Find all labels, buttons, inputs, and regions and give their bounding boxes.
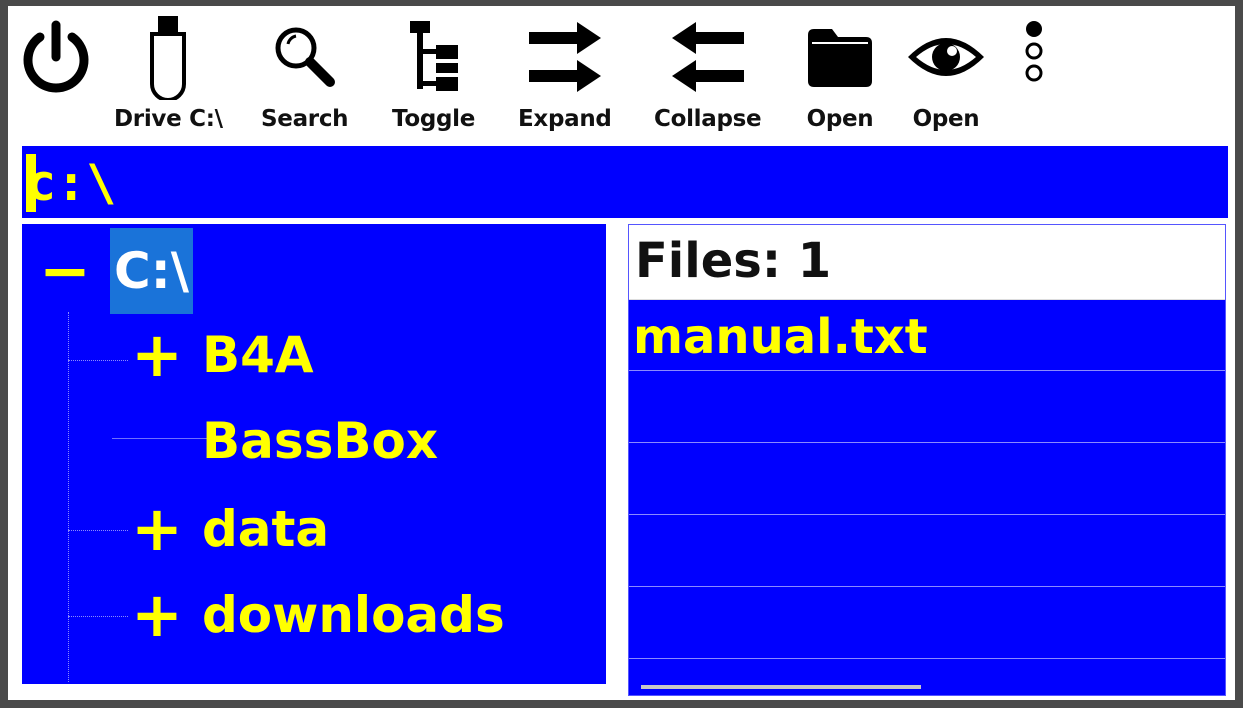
collapse-label: Collapse: [654, 106, 762, 132]
file-list-horizontal-scrollbar[interactable]: [641, 685, 921, 689]
tree-node[interactable]: + downloads: [128, 584, 505, 646]
search-icon: [270, 14, 340, 100]
tree-node[interactable]: + B4A: [128, 324, 314, 386]
expand-toggle-icon[interactable]: +: [128, 324, 186, 386]
tree-node-label: BassBox: [202, 412, 439, 470]
path-input[interactable]: c:\: [22, 146, 1228, 218]
collapse-toggle-icon[interactable]: −: [36, 240, 94, 302]
search-button[interactable]: Search: [261, 14, 349, 142]
empty-row: [629, 443, 1225, 515]
power-button[interactable]: [18, 14, 94, 142]
tree-node-label: C:\: [110, 228, 193, 314]
folder-tree[interactable]: − C:\ + B4A BassBox + data + downloads: [22, 224, 606, 684]
empty-row: [629, 515, 1225, 587]
open-folder-button[interactable]: Open: [806, 14, 874, 142]
tree-node[interactable]: BassBox: [128, 412, 438, 470]
expand-label: Expand: [518, 106, 612, 132]
file-count: Files: 1: [635, 233, 832, 289]
path-value: c:\: [26, 154, 117, 212]
open-view-label: Open: [912, 106, 980, 132]
tree-guide-branch: [68, 616, 128, 617]
folder-icon: [806, 14, 874, 100]
tree-guide-line: [68, 312, 69, 682]
toggle-label: Toggle: [392, 106, 476, 132]
toolbar: Drive C:\ Search Toggle Expand Collapse …: [8, 6, 1235, 144]
file-row[interactable]: manual.txt: [629, 299, 1225, 371]
expand-button[interactable]: Expand: [518, 14, 612, 142]
power-icon: [18, 14, 94, 100]
open-view-button[interactable]: Open: [906, 14, 986, 142]
tree-node[interactable]: + data: [128, 498, 330, 560]
open-folder-label: Open: [806, 106, 874, 132]
tree-node-label: downloads: [202, 586, 505, 644]
drive-c-button[interactable]: Drive C:\: [114, 14, 223, 142]
expand-toggle-icon[interactable]: +: [128, 498, 186, 560]
eye-icon: [906, 14, 986, 100]
app-window: Drive C:\ Search Toggle Expand Collapse …: [8, 6, 1235, 700]
more-menu-button[interactable]: [1022, 14, 1046, 142]
tree-structure-icon: [406, 14, 462, 100]
tree-node-label: B4A: [202, 326, 314, 384]
tree-guide-branch: [68, 530, 128, 531]
tree-guide-branch: [68, 360, 128, 361]
collapse-button[interactable]: Collapse: [654, 14, 762, 142]
search-label: Search: [261, 106, 349, 132]
file-count-header: Files: 1: [629, 225, 1225, 300]
expand-arrows-icon: [525, 14, 605, 100]
usb-drive-icon: [146, 14, 190, 100]
collapse-arrows-icon: [668, 14, 748, 100]
empty-row: [629, 587, 1225, 659]
tree-node-label: data: [202, 500, 330, 558]
file-list[interactable]: Files: 1 manual.txt: [628, 224, 1226, 696]
file-name: manual.txt: [633, 309, 928, 365]
empty-row: [629, 371, 1225, 443]
toggle-button[interactable]: Toggle: [392, 14, 475, 142]
tree-node-root[interactable]: − C:\: [36, 228, 193, 314]
more-vertical-icon: [1022, 14, 1046, 100]
expand-toggle-icon[interactable]: +: [128, 584, 186, 646]
drive-c-label: Drive C:\: [114, 106, 223, 132]
